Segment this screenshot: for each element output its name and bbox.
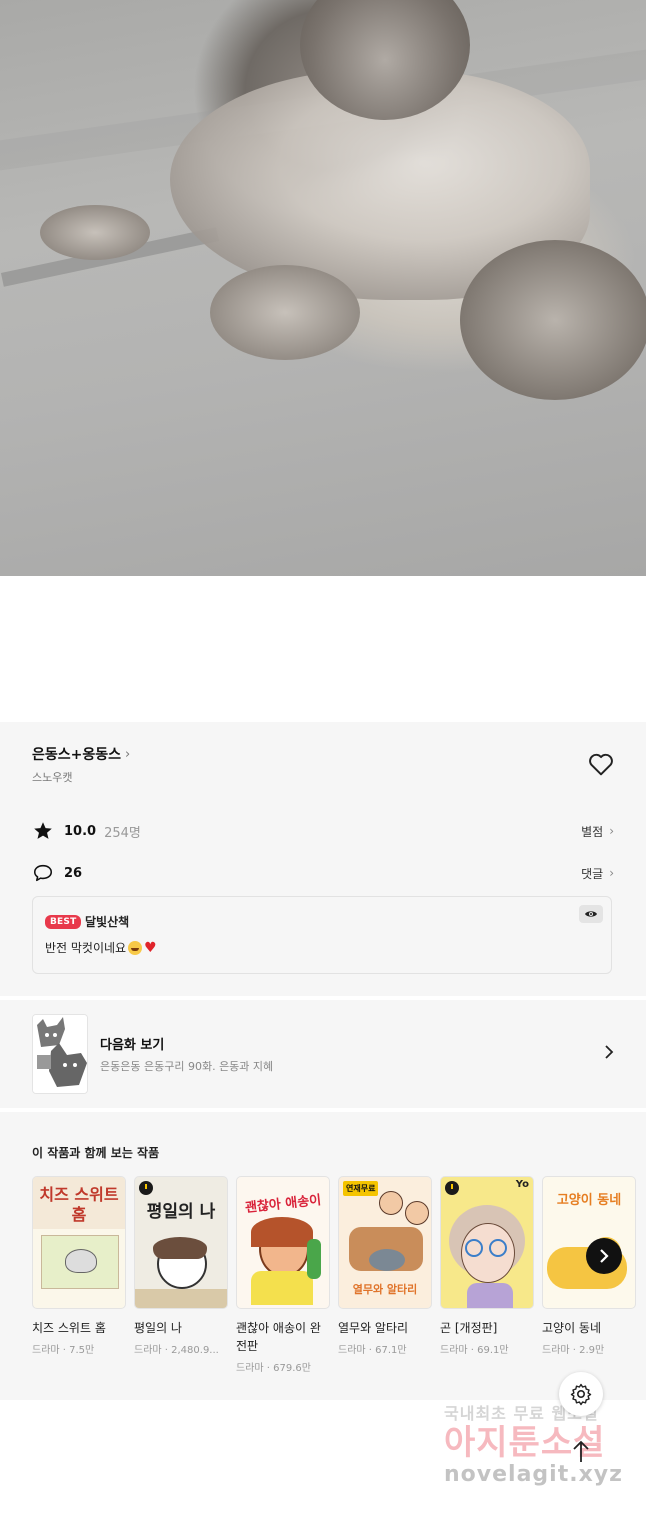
series-title-link[interactable]: 은동스+옹동스 ›: [32, 744, 130, 764]
recommend-item-3[interactable]: 괜찮아 애송이 괜찮아 애송이 완전판 드라마 · 679.6만: [236, 1176, 330, 1374]
recommend-item-5[interactable]: Yo 곤 [개정판] 드라마 · 69.1만: [440, 1176, 534, 1356]
chevron-right-icon: ›: [609, 824, 614, 838]
recommend-name: 평일의 나: [134, 1321, 182, 1335]
rating-link[interactable]: 별점 ›: [581, 823, 614, 840]
grinning-emoji-icon: [128, 940, 143, 955]
recommend-item-4[interactable]: 연재무료 열무와 알타리 열무와 알타리 드라마 · 67.1만: [338, 1176, 432, 1356]
star-icon: [34, 822, 52, 839]
recommend-cover-title: 고양이 동네: [556, 1193, 622, 1208]
next-episode-card[interactable]: 다음화 보기 은동은동 은동구리 90화. 은동과 지혜: [0, 1000, 646, 1108]
recommend-meta: 드라마 · 2.9만: [542, 1345, 605, 1356]
next-episode-desc: 은동은동 은동구리 90화. 은동과 지혜: [100, 1060, 274, 1073]
chevron-right-icon: [605, 1045, 614, 1059]
watermark: 국내최초 무료 웹소설 아지툰소설 novelagit.xyz: [444, 1400, 634, 1500]
eye-icon[interactable]: [579, 905, 603, 923]
clock-badge-icon: [445, 1181, 459, 1195]
scroll-top-button[interactable]: [566, 1434, 596, 1468]
recommend-meta: 드라마 · 67.1만: [338, 1345, 407, 1356]
recommend-item-1[interactable]: 치즈 스위트 홈 치즈 스위트 홈 드라마 · 7.5만: [32, 1176, 126, 1356]
clock-badge-icon: [139, 1181, 153, 1195]
comment-link[interactable]: 댓글 ›: [581, 865, 614, 882]
watermark-line1: 국내최초 무료 웹소설: [444, 1404, 599, 1423]
blank-area: [0, 576, 646, 722]
next-episode-label: 다음화 보기: [100, 1038, 165, 1053]
best-comment-user: 달빛산책: [85, 915, 130, 929]
comment-link-label: 댓글: [581, 866, 604, 881]
recommend-cover: 고양이 동네: [542, 1176, 636, 1309]
recommend-item-2[interactable]: 평일의 나 평일의 나 드라마 · 2,480.9...: [134, 1176, 228, 1356]
recommend-cover-title: Yo: [515, 1179, 529, 1190]
recommend-cover-title: 열무와 알타리: [352, 1283, 418, 1296]
recommend-cover-title: 치즈 스위트 홈: [39, 1185, 119, 1224]
heart-outline-icon[interactable]: [588, 752, 614, 776]
series-title: 은동스+옹동스: [32, 747, 122, 763]
recommendations-section: 이 작품과 함께 보는 작품 치즈 스위트 홈 치즈 스위트 홈 드라마 · 7…: [0, 1112, 646, 1400]
recommend-cover: Yo: [440, 1176, 534, 1309]
recommend-cover: 치즈 스위트 홈: [32, 1176, 126, 1309]
recommend-name: 곤 [개정판]: [440, 1321, 498, 1335]
red-heart-emoji-icon: ♥: [144, 939, 157, 956]
chevron-right-icon: ›: [609, 866, 614, 880]
speech-bubble-icon: [33, 864, 53, 882]
recommend-name: 열무와 알타리: [338, 1321, 409, 1335]
next-episode-thumbnail: [32, 1014, 88, 1094]
recommend-meta: 드라마 · 679.6만: [236, 1363, 311, 1374]
arrow-up-icon: [573, 1440, 589, 1462]
episode-image: [0, 0, 646, 576]
recommend-name: 고양이 동네: [542, 1321, 602, 1335]
recommend-meta: 드라마 · 2,480.9...: [134, 1345, 219, 1356]
carousel-next-button[interactable]: [586, 1238, 622, 1274]
recommend-name: 괜찮아 애송이 완전판: [236, 1321, 321, 1353]
rating-link-label: 별점: [581, 824, 604, 839]
recommend-meta: 드라마 · 7.5만: [32, 1345, 95, 1356]
best-comment-text-row: 반전 막컷이네요 ♥: [45, 939, 157, 956]
free-serial-badge: 연재무료: [343, 1181, 379, 1196]
series-info-panel: 은동스+옹동스 › 스노우캣 10.0 254명 별점 › 26 댓글 › BE…: [0, 722, 646, 996]
best-comment-card[interactable]: BEST 달빛산책 반전 막컷이네요 ♥: [32, 896, 612, 974]
best-comment-text: 반전 막컷이네요: [45, 941, 127, 955]
rating-count: 254명: [104, 825, 141, 841]
recommend-cover: 연재무료 열무와 알타리: [338, 1176, 432, 1309]
chevron-right-icon: ›: [125, 746, 131, 762]
recommend-cover-title: 평일의 나: [146, 1202, 216, 1222]
watermark-line3: novelagit.xyz: [444, 1462, 623, 1487]
settings-button[interactable]: [559, 1372, 603, 1416]
rating-row: 10.0 254명 별점 ›: [32, 820, 614, 842]
rating-value: 10.0: [64, 823, 97, 839]
watermark-line2: 아지툰소설: [444, 1423, 606, 1463]
recommend-name: 치즈 스위트 홈: [32, 1321, 106, 1335]
best-badge: BEST: [45, 915, 82, 929]
chevron-right-icon: [600, 1249, 609, 1263]
comment-row: 26 댓글 ›: [32, 862, 614, 884]
series-author: 스노우캣: [32, 771, 73, 784]
recommend-cover: 괜찮아 애송이: [236, 1176, 330, 1309]
recommendations-heading: 이 작품과 함께 보는 작품: [32, 1146, 160, 1160]
gear-icon: [570, 1383, 592, 1406]
comment-count: 26: [64, 865, 83, 881]
recommend-cover: 평일의 나: [134, 1176, 228, 1309]
recommend-cover-title: 괜찮아 애송이: [244, 1193, 322, 1216]
recommend-meta: 드라마 · 69.1만: [440, 1345, 509, 1356]
